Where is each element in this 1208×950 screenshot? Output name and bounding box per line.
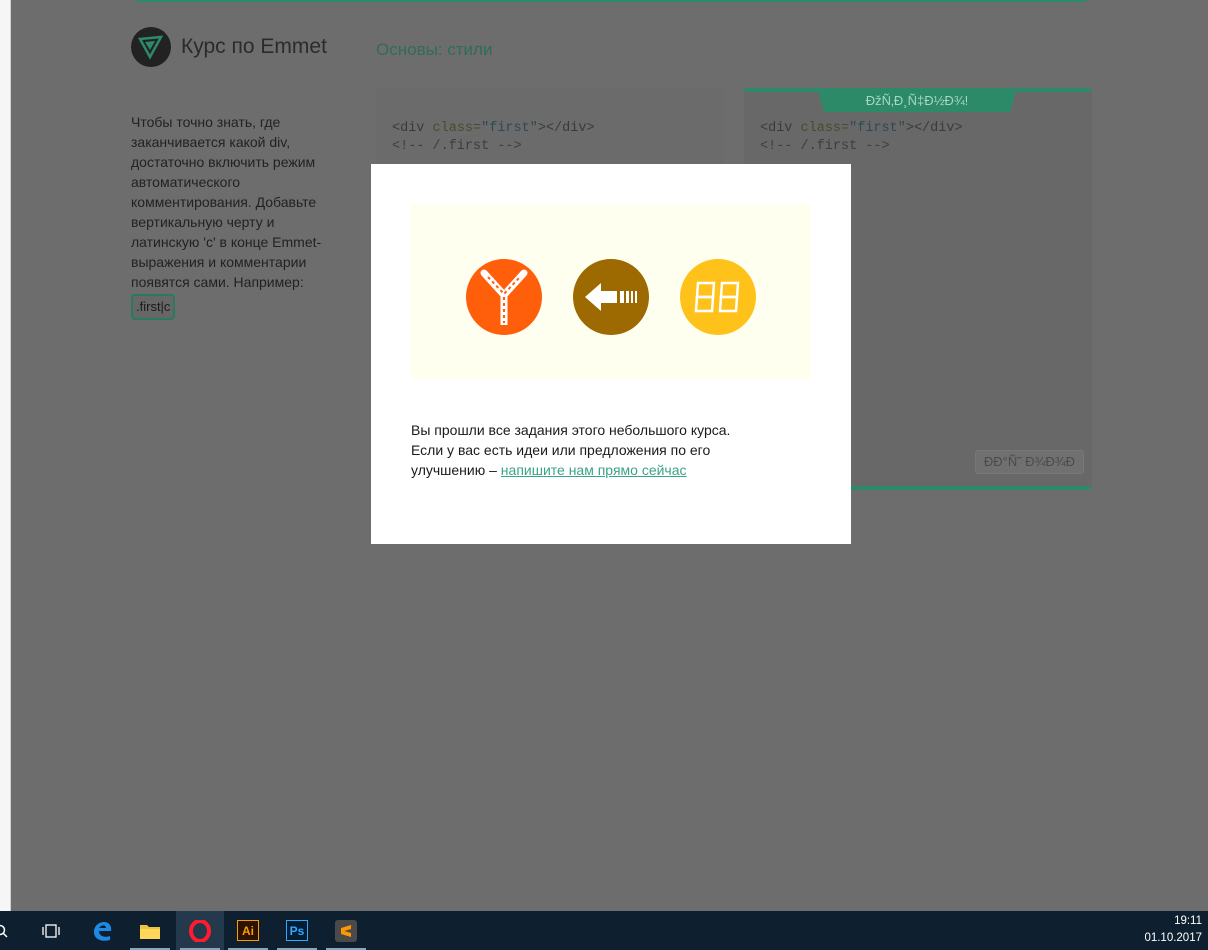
code-comment: <!-- /.first --> (760, 139, 890, 154)
code-attr: class= (432, 121, 482, 136)
badges-area (411, 204, 811, 379)
course-title[interactable]: Курс по Emmet (181, 35, 327, 59)
sublime-text-icon[interactable] (322, 911, 370, 950)
example-code-chip: .first|c (131, 294, 176, 320)
task-description-text: Чтобы точно знать, где заканчивается как… (131, 114, 322, 290)
result-code: <div class="first"></div> <!-- /.first -… (760, 120, 963, 156)
code-tag-close: ></div> (905, 121, 963, 136)
top-accent-line (136, 0, 1086, 2)
code-tag-open: <div (760, 121, 801, 136)
opera-icon[interactable] (176, 911, 224, 950)
file-explorer-icon[interactable] (126, 911, 174, 950)
code-string: "first" (849, 121, 906, 136)
task-view-icon[interactable] (27, 911, 75, 950)
windows-taskbar: Ai Ps 19:11 01.10.2017 (0, 911, 1208, 950)
illustrator-label: Ai (237, 920, 259, 941)
clock-date: 01.10.2017 (1144, 932, 1202, 944)
completion-message: Вы прошли все задания этого небольшого к… (411, 420, 811, 480)
contact-us-link[interactable]: напишите нам прямо сейчас (501, 462, 687, 478)
editor-code[interactable]: <div class="first"></div> <!-- /.first -… (392, 120, 595, 156)
code-tag-open: <div (392, 121, 433, 136)
digits-badge-icon (680, 259, 756, 335)
code-string: "first" (481, 121, 538, 136)
photoshop-label: Ps (286, 920, 308, 941)
search-icon[interactable] (0, 911, 16, 950)
photoshop-icon[interactable]: Ps (273, 911, 321, 950)
emmet-logo-icon (131, 27, 171, 67)
code-comment: <!-- /.first --> (392, 139, 522, 154)
arrow-badge-icon (573, 259, 649, 335)
completion-modal: Вы прошли все задания этого небольшого к… (371, 164, 851, 544)
message-line-2: Если у вас есть идеи или предложения по … (411, 442, 711, 458)
check-button[interactable]: ÐÐ°Ñ˜ Ð¾Ð¾Ð (974, 450, 1084, 474)
task-description: Чтобы точно знать, где заканчивается как… (131, 112, 346, 320)
edge-icon[interactable] (78, 911, 126, 950)
message-line-3-prefix: улучшению – (411, 462, 501, 478)
left-window-edge (0, 0, 11, 911)
message-line-1: Вы прошли все задания этого небольшого к… (411, 422, 731, 438)
yggdrasil-badge-icon (466, 259, 542, 335)
section-title: Основы: стили (376, 40, 493, 59)
result-tab: ÐžÑ‚Ð¸Ñ‡Ð½Ð¾! (818, 90, 1016, 112)
system-clock[interactable]: 19:11 01.10.2017 (1144, 913, 1202, 947)
code-attr: class= (800, 121, 850, 136)
clock-time: 19:11 (1174, 915, 1202, 927)
illustrator-icon[interactable]: Ai (224, 911, 272, 950)
code-tag-close: ></div> (537, 121, 595, 136)
